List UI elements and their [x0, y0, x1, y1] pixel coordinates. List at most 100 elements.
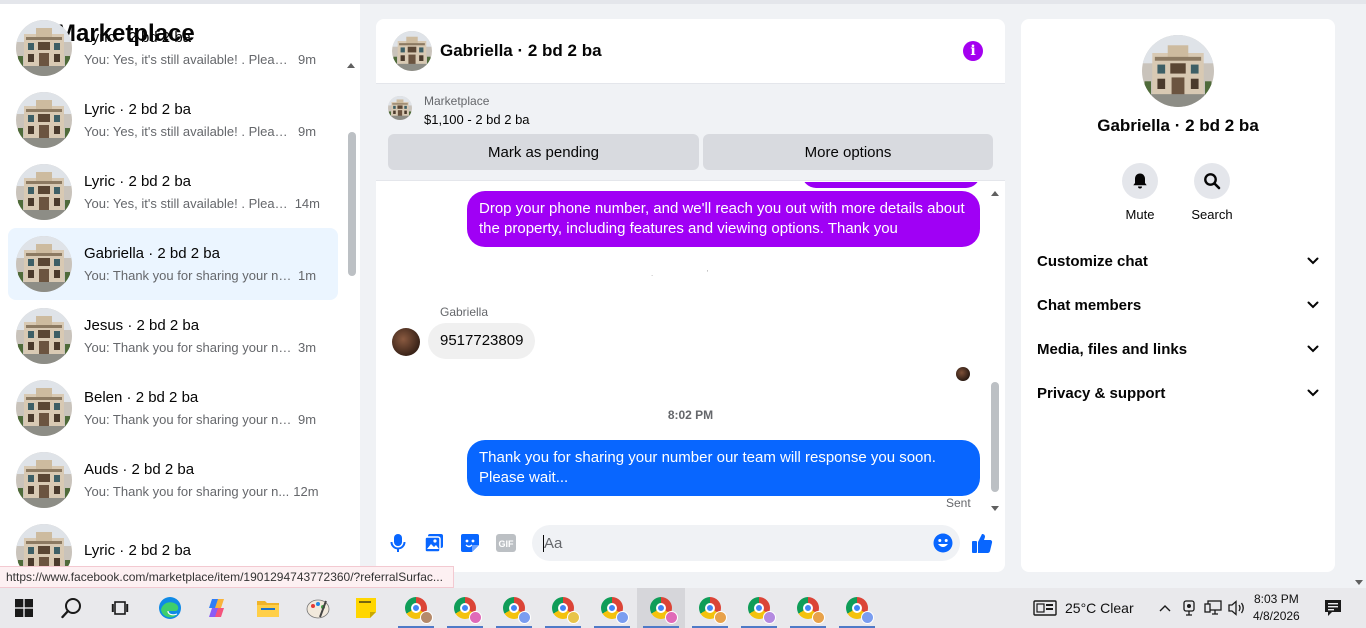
- chrome-window-icon[interactable]: [686, 588, 734, 628]
- conversation-item-active[interactable]: Gabriella · 2 bd 2 ba You: Thank you for…: [8, 228, 338, 300]
- conversation-item[interactable]: Auds · 2 bd 2 ba You: Thank you for shar…: [8, 444, 338, 516]
- listing-thumbnail: [16, 164, 72, 220]
- chrome-window-icon-active[interactable]: [637, 588, 685, 628]
- privacy-support-section[interactable]: Privacy & support: [1029, 373, 1327, 413]
- conversation-snippet: You: Thank you for sharing your n...: [84, 483, 290, 499]
- listing-thumbnail: [16, 452, 72, 508]
- outgoing-message-bubble[interactable]: Drop your phone number, and we'll reach …: [467, 191, 980, 247]
- conversation-item[interactable]: Belen · 2 bd 2 ba You: Thank you for sha…: [8, 372, 338, 444]
- thumbs-up-icon[interactable]: [970, 531, 994, 555]
- chrome-window-icon[interactable]: [735, 588, 783, 628]
- media-files-links-section[interactable]: Media, files and links: [1029, 329, 1327, 369]
- sticky-notes-icon[interactable]: [342, 588, 390, 628]
- conversation-time: 9m: [298, 411, 317, 427]
- customize-chat-section[interactable]: Customize chat: [1029, 241, 1327, 281]
- webcam-icon[interactable]: [1178, 588, 1200, 628]
- system-clock[interactable]: 8:03 PM 4/8/2026: [1253, 591, 1300, 625]
- conversation-name: Lyric · 2 bd 2 ba: [84, 541, 191, 559]
- chat-members-section[interactable]: Chat members: [1029, 285, 1327, 325]
- sticker-icon[interactable]: [458, 531, 482, 555]
- chrome-window-icon[interactable]: [539, 588, 587, 628]
- chat-header: Gabriella · 2 bd 2 ba i: [376, 19, 1005, 84]
- photo-icon[interactable]: [422, 531, 446, 555]
- chat-avatar[interactable]: [392, 31, 432, 71]
- conversation-name: Auds · 2 bd 2 ba: [84, 460, 195, 478]
- chrome-window-icon[interactable]: [833, 588, 881, 628]
- link-status-url: https://www.facebook.com/marketplace/ite…: [0, 566, 454, 588]
- listing-thumbnail: [388, 96, 412, 120]
- chat-title[interactable]: Gabriella · 2 bd 2 ba: [440, 41, 602, 61]
- conversation-name: Lyric · 2 bd 2 ba: [84, 100, 191, 118]
- chat-details-panel: Gabriella · 2 bd 2 ba Mute Search Custom…: [1021, 19, 1335, 572]
- conversation-item[interactable]: Lyric · 2 bd 2 ba You: Yes, it's still a…: [8, 12, 338, 84]
- message-bubble-partial: [802, 182, 980, 188]
- weather-icon[interactable]: [1020, 588, 1070, 628]
- weather-text[interactable]: 25°C Clear: [1065, 588, 1134, 628]
- mute-button[interactable]: Mute: [1110, 163, 1170, 222]
- conversation-name: Gabriella · 2 bd 2 ba: [84, 244, 220, 262]
- chevron-up-icon[interactable]: [1154, 588, 1176, 628]
- message-input[interactable]: [532, 525, 960, 561]
- conversation-item[interactable]: Lyric · 2 bd 2 ba You: Yes, it's still a…: [8, 84, 338, 156]
- sender-name: Gabriella: [440, 305, 489, 319]
- volume-icon[interactable]: [1226, 588, 1248, 628]
- conversation-time: 3m: [298, 339, 317, 355]
- search-button[interactable]: Search: [1182, 163, 1242, 222]
- page-scroll-down-arrow-icon[interactable]: [1354, 574, 1364, 585]
- section-label: Chat members: [1037, 296, 1142, 314]
- listing-thumbnail: [16, 92, 72, 148]
- chrome-window-icon[interactable]: [588, 588, 636, 628]
- clock-date: 4/8/2026: [1253, 609, 1300, 623]
- section-label: Privacy & support: [1037, 384, 1166, 402]
- notifications-icon[interactable]: [1316, 588, 1350, 628]
- gif-icon[interactable]: GIF: [494, 531, 518, 555]
- conversation-time: 1m: [298, 267, 317, 283]
- info-icon[interactable]: i: [963, 41, 983, 61]
- microphone-icon[interactable]: [386, 531, 410, 555]
- chrome-window-icon[interactable]: [441, 588, 489, 628]
- network-icon[interactable]: [1201, 588, 1225, 628]
- conversation-item[interactable]: Lyric · 2 bd 2 ba You: Yes, it's still a…: [8, 156, 338, 228]
- marketplace-label: Marketplace: [424, 94, 490, 108]
- more-options-button[interactable]: More options: [703, 134, 993, 170]
- windows-start-icon[interactable]: [0, 588, 48, 628]
- conversation-item[interactable]: Jesus · 2 bd 2 ba You: Thank you for sha…: [8, 300, 338, 372]
- paint-app-icon[interactable]: [294, 588, 342, 628]
- chrome-window-icon[interactable]: [784, 588, 832, 628]
- scroll-down-arrow-icon[interactable]: [990, 500, 1000, 511]
- emoji-icon[interactable]: [931, 531, 955, 555]
- separator-dots: . ': [651, 269, 709, 278]
- task-view-icon[interactable]: [96, 588, 144, 628]
- listing-thumbnail: [16, 20, 72, 76]
- gif-label: GIF: [499, 539, 515, 549]
- edge-browser-icon[interactable]: [146, 588, 194, 628]
- chrome-window-icon[interactable]: [490, 588, 538, 628]
- conversation-list: Lyric · 2 bd 2 ba You: Yes, it's still a…: [8, 36, 338, 588]
- conversation-name: Belen · 2 bd 2 ba: [84, 388, 199, 406]
- section-label: Customize chat: [1037, 252, 1148, 270]
- chat-scrollbar[interactable]: [991, 382, 999, 492]
- sender-avatar[interactable]: [392, 328, 420, 356]
- conversation-snippet: You: Yes, it's still available! . Please…: [84, 123, 294, 139]
- scroll-up-arrow-icon[interactable]: [990, 184, 1000, 196]
- copilot-icon[interactable]: [194, 588, 242, 628]
- sidebar-scrollbar[interactable]: [348, 132, 356, 276]
- search-icon[interactable]: [48, 588, 96, 628]
- chat-panel: Gabriella · 2 bd 2 ba i Marketplace $1,1…: [376, 19, 1005, 572]
- outgoing-message-bubble[interactable]: Thank you for sharing your number our te…: [467, 440, 980, 496]
- conversation-time: 14m: [294, 195, 320, 211]
- chrome-window-icon[interactable]: [392, 588, 440, 628]
- windows-taskbar: 25°C Clear 8:03 PM 4/8/2026: [0, 588, 1366, 628]
- mark-as-pending-button[interactable]: Mark as pending: [388, 134, 699, 170]
- listing-thumbnail: [16, 308, 72, 364]
- conversation-snippet: You: Thank you for sharing your nu...: [84, 411, 294, 427]
- scroll-up-arrow-icon[interactable]: [346, 56, 356, 68]
- marketplace-listing-bar: Marketplace $1,100 - 2 bd 2 ba Mark as p…: [376, 84, 1005, 181]
- conversation-name: Jesus · 2 bd 2 ba: [84, 316, 200, 334]
- clock-time: 8:03 PM: [1254, 592, 1299, 606]
- file-explorer-icon[interactable]: [244, 588, 292, 628]
- profile-avatar[interactable]: [1142, 35, 1214, 107]
- conversation-snippet: You: Thank you for sharing your nu...: [84, 339, 294, 355]
- incoming-message-bubble[interactable]: 9517723809: [428, 323, 536, 359]
- listing-price[interactable]: $1,100 - 2 bd 2 ba: [424, 112, 530, 127]
